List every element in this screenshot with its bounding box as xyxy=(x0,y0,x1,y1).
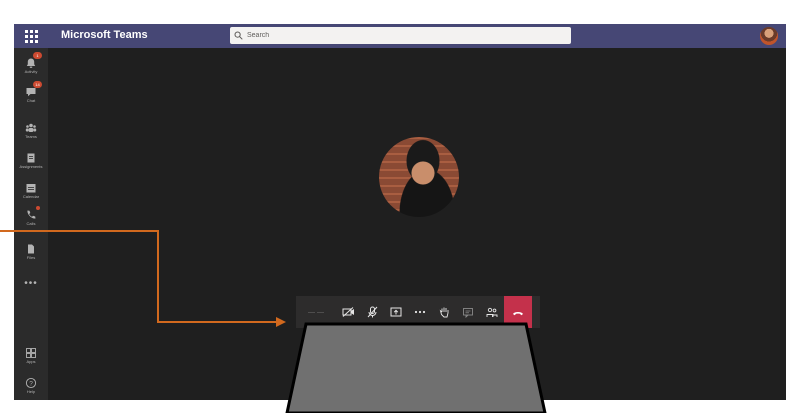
rail-item-calendar[interactable]: Calendar xyxy=(14,181,48,199)
profile-avatar[interactable] xyxy=(760,27,778,45)
rail-item-files[interactable]: Files xyxy=(14,242,48,260)
camera-toggle-button[interactable] xyxy=(336,296,360,328)
chat-icon: 14 xyxy=(25,81,42,97)
raise-hand-icon xyxy=(439,306,450,318)
rail-label-assignments: Assignments xyxy=(19,164,43,169)
more-actions-button[interactable] xyxy=(408,296,432,328)
rail-label-apps: Apps xyxy=(26,359,36,364)
calendar-icon xyxy=(25,181,37,193)
app-launcher-icon[interactable] xyxy=(24,29,38,43)
phone-icon xyxy=(25,206,40,220)
search-box[interactable] xyxy=(230,27,571,44)
calls-dot-badge xyxy=(36,206,40,210)
rail-label-chat: Chat xyxy=(26,98,36,103)
app-rail: 1 Activity 14 Chat Teams Assignments Cal… xyxy=(14,48,48,400)
teams-icon xyxy=(25,121,37,133)
chat-icon xyxy=(462,307,474,318)
call-timer: — — xyxy=(308,308,324,316)
mic-off-icon xyxy=(367,306,378,318)
search-icon xyxy=(234,31,243,40)
hang-up-button[interactable] xyxy=(504,296,532,328)
help-icon: ? xyxy=(25,376,37,389)
rail-item-teams[interactable]: Teams xyxy=(14,121,48,139)
chat-toggle-button[interactable] xyxy=(456,296,480,328)
rail-item-calls[interactable]: Calls xyxy=(14,206,48,226)
rail-label-activity: Activity xyxy=(24,69,38,74)
teams-window: Microsoft Teams 1 Activity 14 Chat xyxy=(14,24,786,400)
participant-avatar xyxy=(379,137,459,217)
rail-label-files: Files xyxy=(26,255,36,260)
rail-item-activity[interactable]: 1 Activity xyxy=(14,52,48,74)
raise-hand-button[interactable] xyxy=(432,296,456,328)
rail-label-help: Help xyxy=(26,389,36,394)
rail-item-apps[interactable]: Apps xyxy=(14,346,48,364)
title-bar: Microsoft Teams xyxy=(14,24,786,48)
bell-icon: 1 xyxy=(25,52,42,68)
rail-more-icon[interactable]: ••• xyxy=(14,279,48,289)
call-toolbar: — — xyxy=(296,296,540,328)
assignments-icon xyxy=(25,151,37,163)
search-input[interactable] xyxy=(247,32,547,39)
camera-off-icon xyxy=(342,307,355,317)
share-screen-button[interactable] xyxy=(384,296,408,328)
rail-label-calls: Calls xyxy=(26,221,36,226)
rail-label-calendar: Calendar xyxy=(22,194,40,199)
apps-icon xyxy=(25,346,37,358)
rail-item-help[interactable]: ? Help xyxy=(14,376,48,394)
hang-up-icon xyxy=(512,303,524,321)
rail-item-assignments[interactable]: Assignments xyxy=(14,151,48,169)
share-screen-icon xyxy=(390,307,402,318)
chat-badge: 14 xyxy=(33,81,42,88)
rail-label-teams: Teams xyxy=(25,134,37,139)
app-title: Microsoft Teams xyxy=(61,29,148,41)
activity-badge: 1 xyxy=(33,52,42,59)
more-icon xyxy=(414,310,426,314)
files-icon xyxy=(25,242,37,254)
mic-toggle-button[interactable] xyxy=(360,296,384,328)
participants-button[interactable] xyxy=(480,296,504,328)
rail-item-chat[interactable]: 14 Chat xyxy=(14,81,48,103)
participants-icon xyxy=(486,307,498,318)
svg-text:?: ? xyxy=(29,380,33,387)
